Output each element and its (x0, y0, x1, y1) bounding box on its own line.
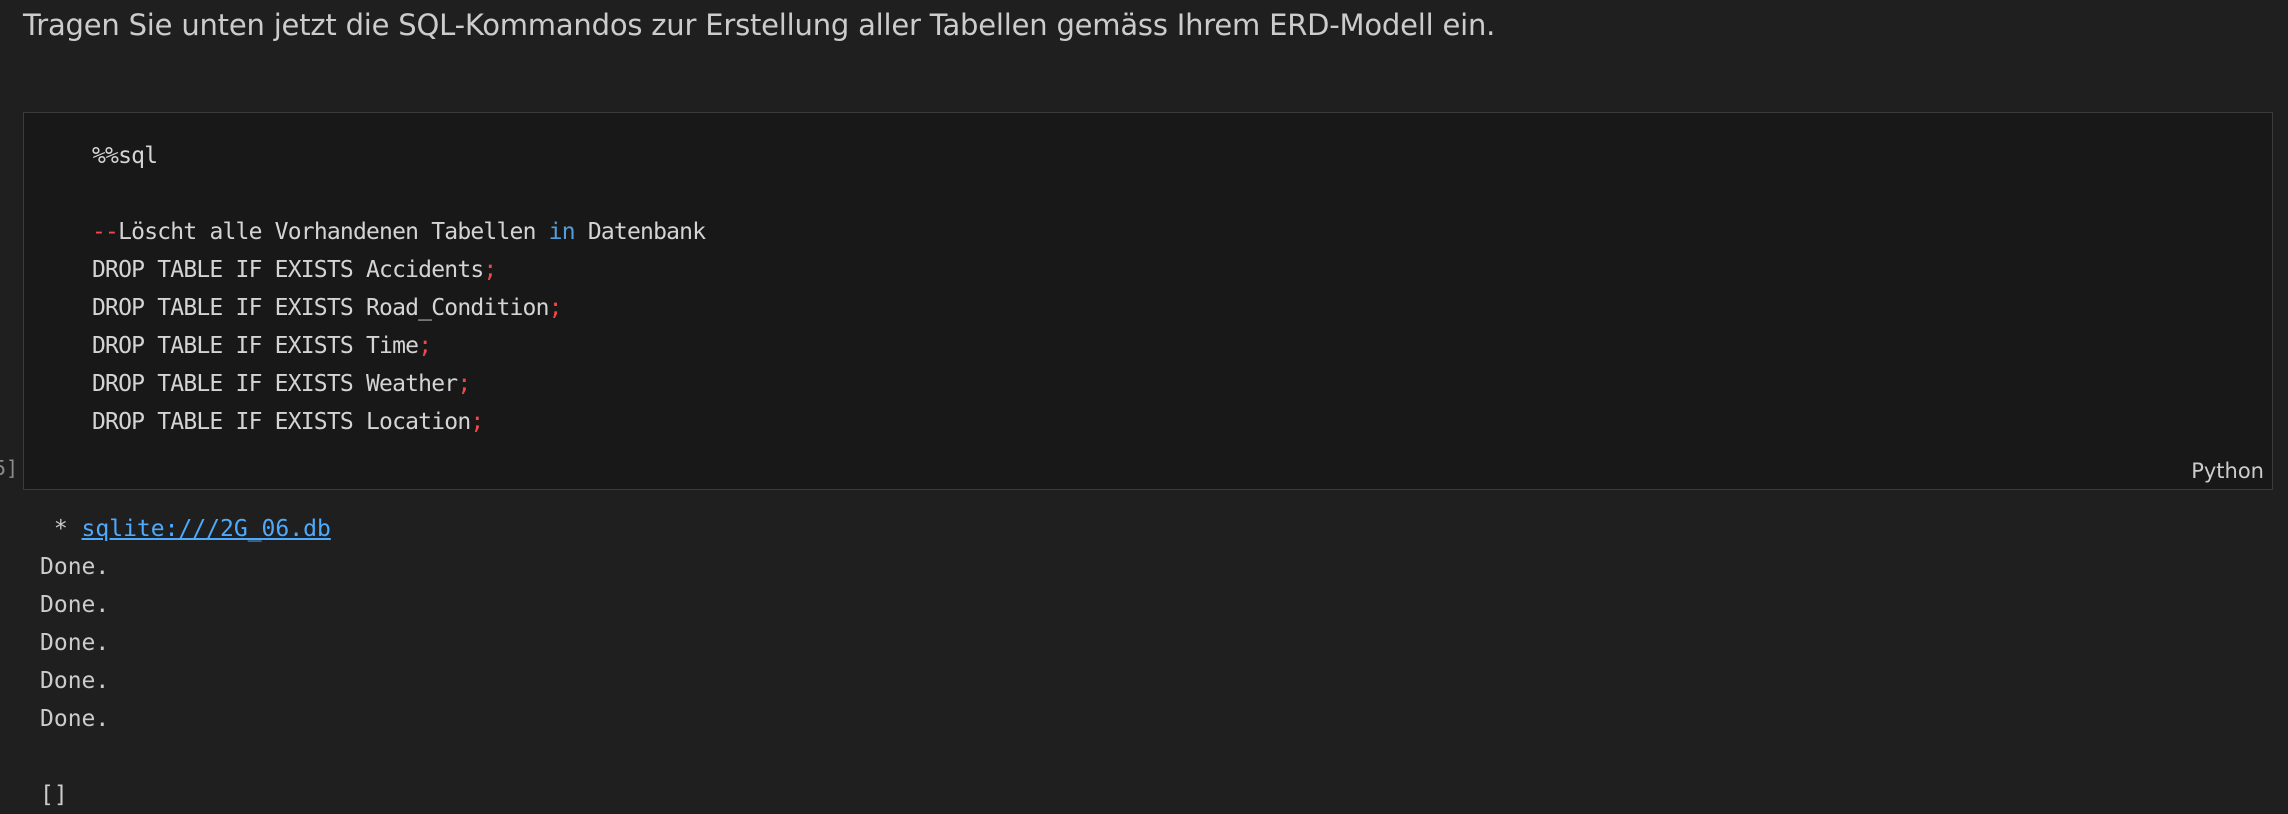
output-line: Done. (40, 706, 110, 732)
code-cell[interactable]: %%sql --Löscht alle Vorhandenen Tabellen… (23, 112, 2273, 490)
output-line: Done. (40, 630, 110, 656)
cell-output: * sqlite:///2G_06.db Done. Done. Done. Done.… (40, 510, 331, 814)
output-line: Done. (40, 668, 110, 694)
code-editor[interactable]: %%sql --Löscht alle Vorhandenen Tabellen… (92, 137, 706, 441)
execution-count: 5] (0, 456, 19, 480)
code-line: DROP TABLE IF EXISTS Location; (92, 409, 484, 435)
code-line-comment: --Löscht alle Vorhandenen Tabellen in Da… (92, 213, 706, 251)
code-line: DROP TABLE IF EXISTS Weather; (92, 371, 471, 397)
comment-prefix: -- (92, 219, 119, 245)
code-line: DROP TABLE IF EXISTS Accidents; (92, 257, 497, 283)
code-line: DROP TABLE IF EXISTS Time; (92, 333, 432, 359)
comment-keyword: in (548, 219, 576, 245)
output-line: Done. (40, 554, 110, 580)
comment-text: Löscht alle Vorhandenen Tabellen (118, 219, 549, 245)
connection-line: * sqlite:///2G_06.db (40, 516, 331, 542)
code-line-magic: %%sql (92, 143, 158, 169)
cell-language-picker[interactable]: Python (2191, 459, 2264, 483)
connection-link[interactable]: sqlite:///2G_06.db (82, 516, 331, 542)
comment-text-end: Datenbank (574, 219, 706, 245)
output-line: Done. (40, 592, 110, 618)
output-result: [] (40, 782, 68, 808)
code-line: DROP TABLE IF EXISTS Road_Condition; (92, 295, 563, 321)
markdown-instruction: Tragen Sie unten jetzt die SQL-Kommandos… (23, 8, 1496, 42)
